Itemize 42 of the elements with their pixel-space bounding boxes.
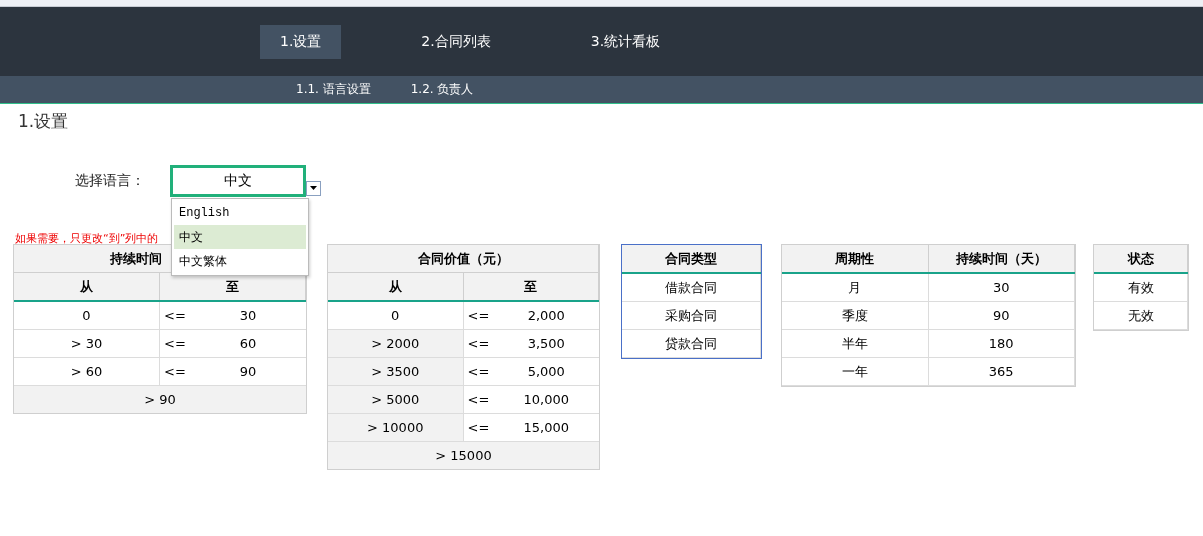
operator-text: <=	[467, 308, 491, 323]
page-title: 1.设置	[17, 110, 70, 133]
operator-text: <=	[467, 364, 491, 379]
operator-text: <=	[467, 392, 491, 407]
sub-nav-tab[interactable]: 1.1. 语言设置	[296, 81, 371, 98]
table-cell: > 15000	[328, 442, 599, 469]
sub-nav-tab[interactable]: 1.2. 负责人	[410, 81, 474, 98]
table-cell-text: 90	[238, 364, 258, 379]
table-cell: > 5000	[328, 386, 464, 413]
table-cell-text: 3,500	[526, 336, 566, 351]
caret-icon	[310, 186, 317, 190]
column-header: 状态	[1094, 245, 1188, 272]
column-header: 至	[463, 273, 599, 300]
dropdown-option[interactable]: 中文	[174, 225, 306, 249]
nav-tab[interactable]: 3.统计看板	[570, 24, 681, 59]
operator-text: <=	[467, 420, 491, 435]
nav-tab[interactable]: 2.合同列表	[401, 24, 511, 59]
dropdown-button[interactable]	[306, 180, 321, 196]
operator-text: <=	[467, 336, 491, 351]
column-header: 合同类型	[622, 245, 761, 272]
table-title: 合同价值（元）	[328, 245, 599, 272]
table-cell-text: 5,000	[526, 364, 566, 379]
operator-text: <=	[164, 364, 187, 379]
nav-tab[interactable]: 1.设置	[260, 24, 342, 59]
column-header: 周期性	[782, 245, 929, 272]
operator-text: <=	[164, 308, 187, 323]
column-header: 从	[328, 273, 464, 300]
table-cell: > 2000	[328, 330, 464, 357]
table-cell-text: 60	[238, 336, 258, 351]
column-header: 持续时间（天）	[928, 245, 1075, 272]
table-cell-text: 15,000	[522, 420, 570, 435]
note-text: 如果需要，只更改“到”列中的	[15, 231, 159, 246]
table-cell: > 90	[14, 386, 306, 413]
table-cell: > 10000	[328, 414, 464, 441]
table-cell-text: 2,000	[526, 308, 566, 323]
language-label: 选择语言：	[75, 172, 146, 190]
table-cell-text: 10,000	[522, 392, 570, 407]
operator-text: <=	[164, 336, 187, 351]
table-cell-text: 30	[238, 308, 258, 323]
column-header: 从	[14, 273, 160, 300]
table-cell: > 3500	[328, 358, 464, 385]
language-select[interactable]: 中文	[170, 165, 306, 197]
